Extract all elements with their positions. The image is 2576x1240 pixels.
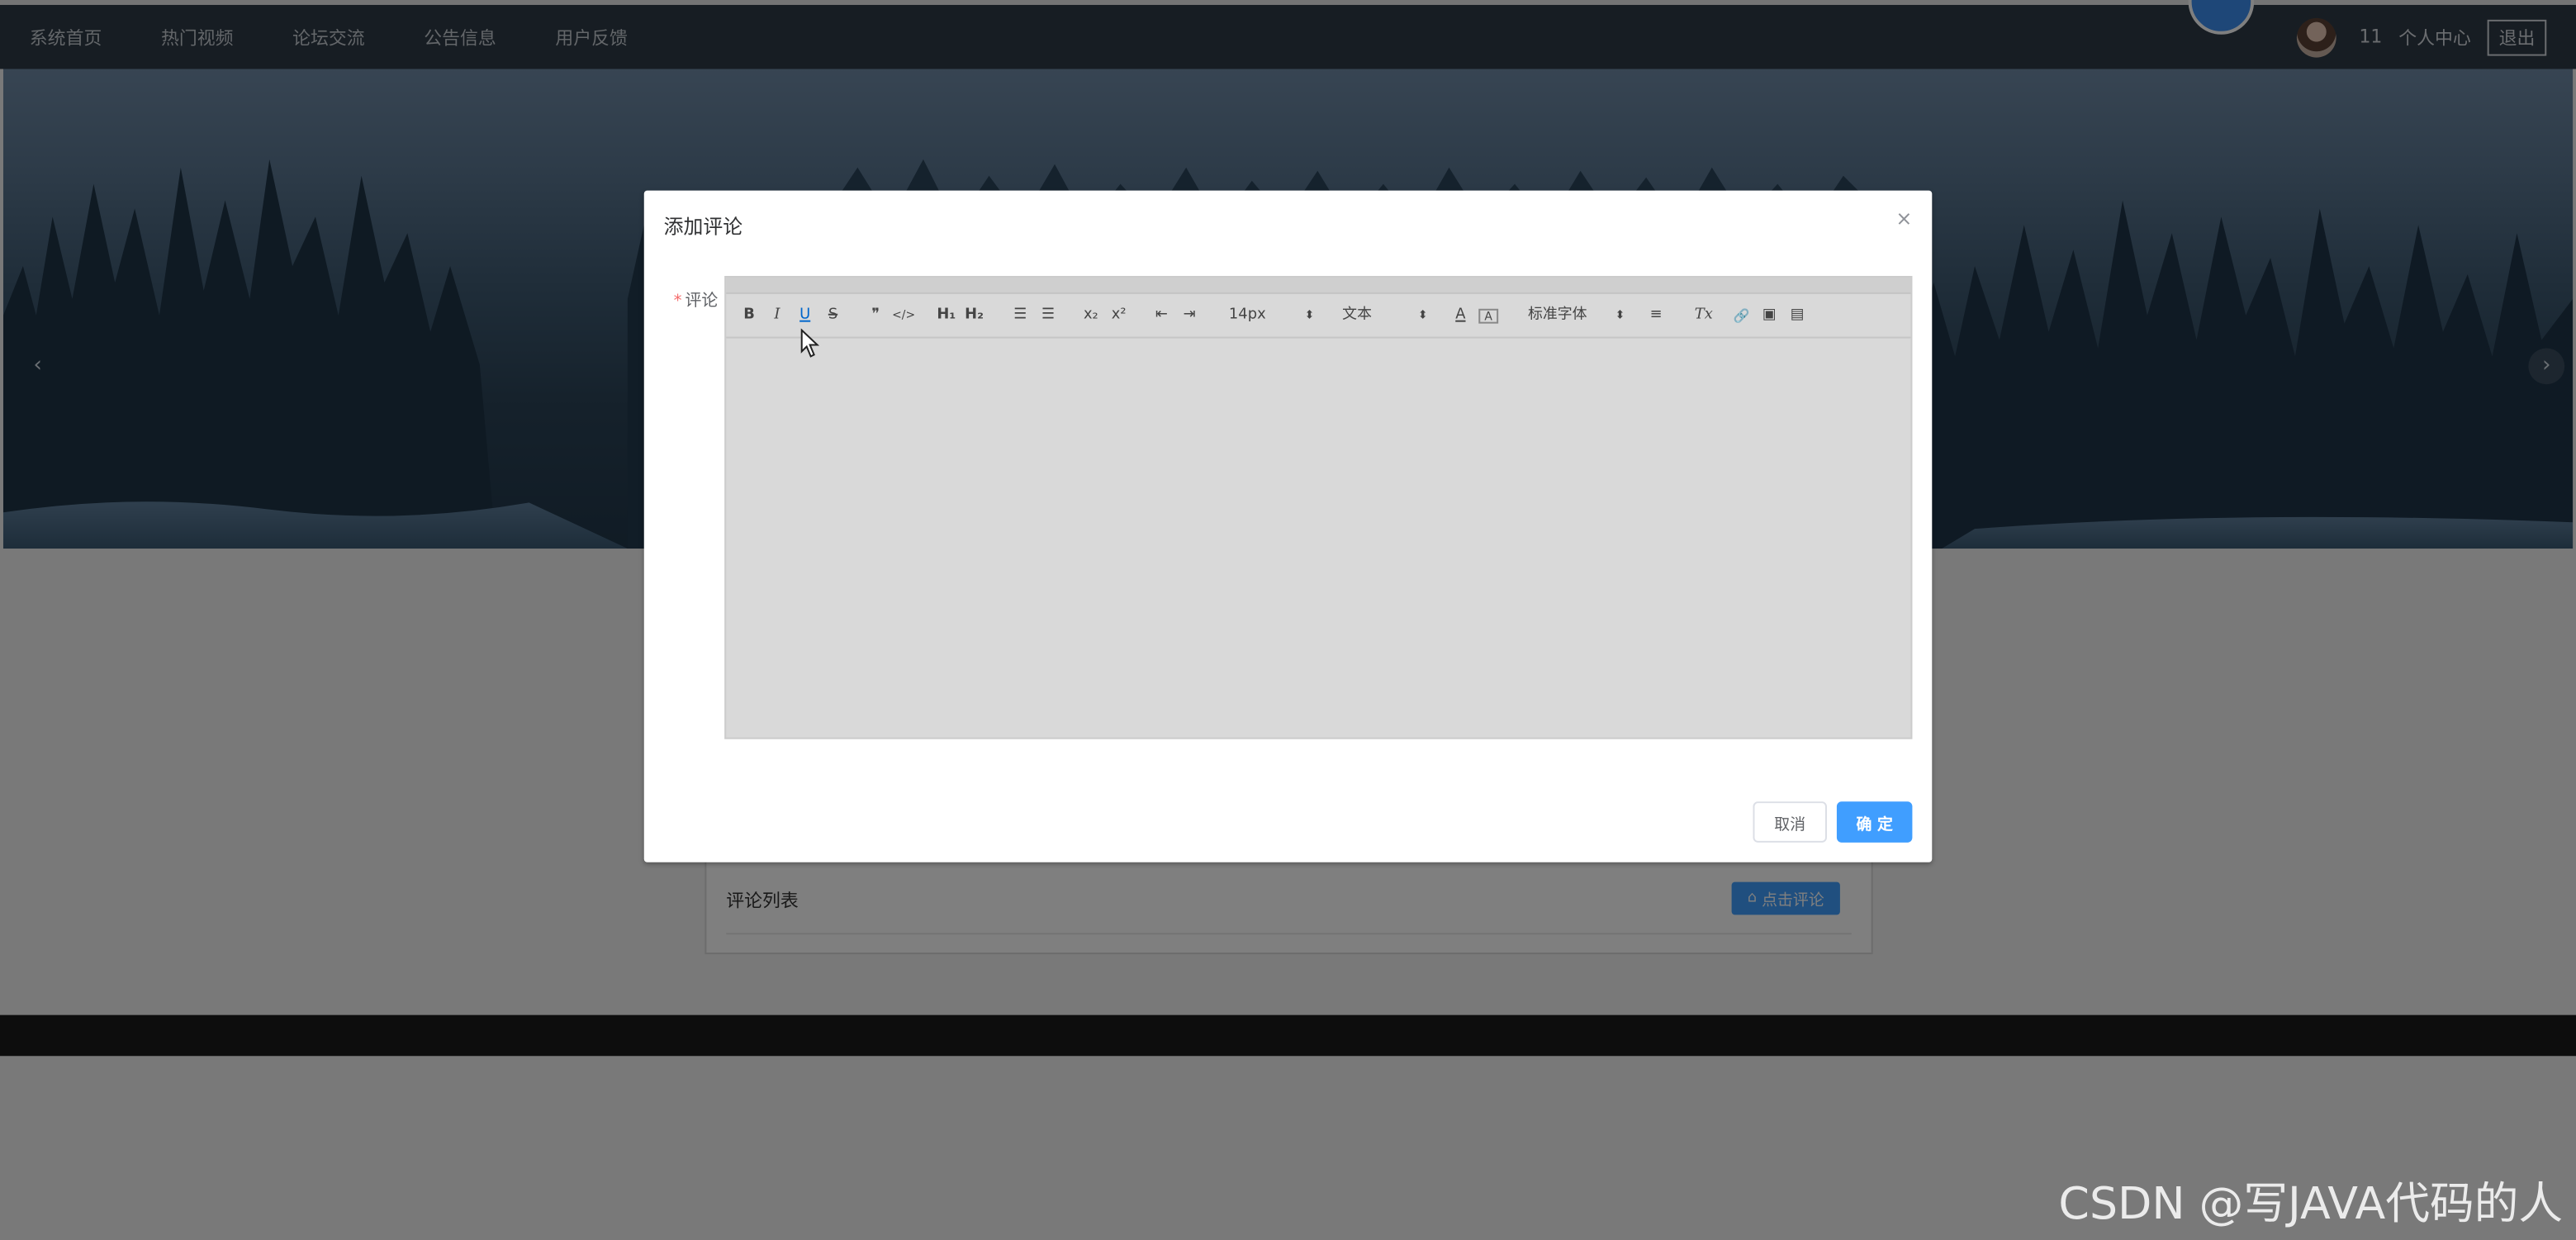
superscript-button[interactable]: x² bbox=[1108, 306, 1131, 327]
blockquote-icon[interactable]: ❞ bbox=[866, 306, 885, 327]
editor-content-area[interactable] bbox=[726, 339, 1910, 738]
text-color-icon[interactable]: A bbox=[1450, 306, 1470, 327]
cancel-button[interactable]: 取消 bbox=[1753, 801, 1827, 843]
confirm-button[interactable]: 确 定 bbox=[1836, 801, 1913, 843]
rich-text-editor: B I U S ❞ </> H₁ H₂ ☰ ☰ x₂ x² ⇤ ⇥ 14px ⬍ bbox=[724, 276, 1913, 739]
link-icon[interactable]: 🔗 bbox=[1732, 306, 1752, 327]
font-family-picker[interactable]: 标准字体 ⬍ bbox=[1528, 306, 1625, 327]
italic-button[interactable]: I bbox=[769, 306, 785, 327]
caret-icon: ⬍ bbox=[1304, 308, 1315, 322]
comment-label-text: 评论 bbox=[685, 292, 719, 311]
required-mark: * bbox=[673, 292, 682, 311]
caret-icon: ⬍ bbox=[1615, 308, 1625, 322]
editor-toolbar: B I U S ❞ </> H₁ H₂ ☰ ☰ x₂ x² ⇤ ⇥ 14px ⬍ bbox=[726, 294, 1911, 339]
video-icon[interactable]: ▤ bbox=[1787, 306, 1807, 327]
add-comment-dialog: 添加评论 × * 评论 B I U S ❞ </> H₁ H₂ ☰ ☰ x₂ x²… bbox=[643, 190, 1933, 862]
clear-format-icon[interactable]: Tx bbox=[1692, 306, 1715, 327]
watermark: CSDN @写JAVA代码的人 bbox=[2058, 1179, 2564, 1231]
subscript-button[interactable]: x₂ bbox=[1079, 306, 1103, 327]
font-size-value: 14px bbox=[1228, 306, 1266, 324]
underline-button[interactable]: U bbox=[797, 306, 814, 327]
align-icon[interactable]: ≡ bbox=[1646, 306, 1666, 327]
image-icon[interactable]: ▣ bbox=[1759, 306, 1779, 327]
page: 系统首页 热门视频 论坛交流 公告信息 用户反馈 11 个人中心 退出 bbox=[0, 0, 2576, 1240]
bold-button[interactable]: B bbox=[741, 306, 757, 327]
close-icon[interactable]: × bbox=[1895, 207, 1912, 230]
code-block-icon[interactable]: </> bbox=[892, 306, 915, 327]
comment-field-label: * 评论 bbox=[674, 286, 719, 311]
mouse-pointer-icon bbox=[800, 328, 820, 358]
header-2-button[interactable]: H₂ bbox=[963, 306, 986, 327]
font-family-value: 标准字体 bbox=[1527, 306, 1587, 324]
editor-top-strip bbox=[726, 277, 1911, 294]
dialog-title: 添加评论 bbox=[663, 215, 743, 239]
header-1-button[interactable]: H₁ bbox=[935, 306, 958, 327]
header-picker[interactable]: 文本 ⬍ bbox=[1342, 306, 1427, 327]
indent-icon[interactable]: ⇥ bbox=[1179, 306, 1199, 327]
outdent-icon[interactable]: ⇤ bbox=[1151, 306, 1171, 327]
bullet-list-icon[interactable]: ☰ bbox=[1038, 306, 1058, 327]
background-color-icon[interactable]: A bbox=[1478, 308, 1499, 324]
strikethrough-button[interactable]: S bbox=[825, 306, 842, 327]
ordered-list-icon[interactable]: ☰ bbox=[1010, 306, 1030, 327]
header-value: 文本 bbox=[1342, 306, 1373, 324]
font-size-picker[interactable]: 14px ⬍ bbox=[1229, 306, 1314, 327]
caret-icon: ⬍ bbox=[1417, 308, 1428, 322]
